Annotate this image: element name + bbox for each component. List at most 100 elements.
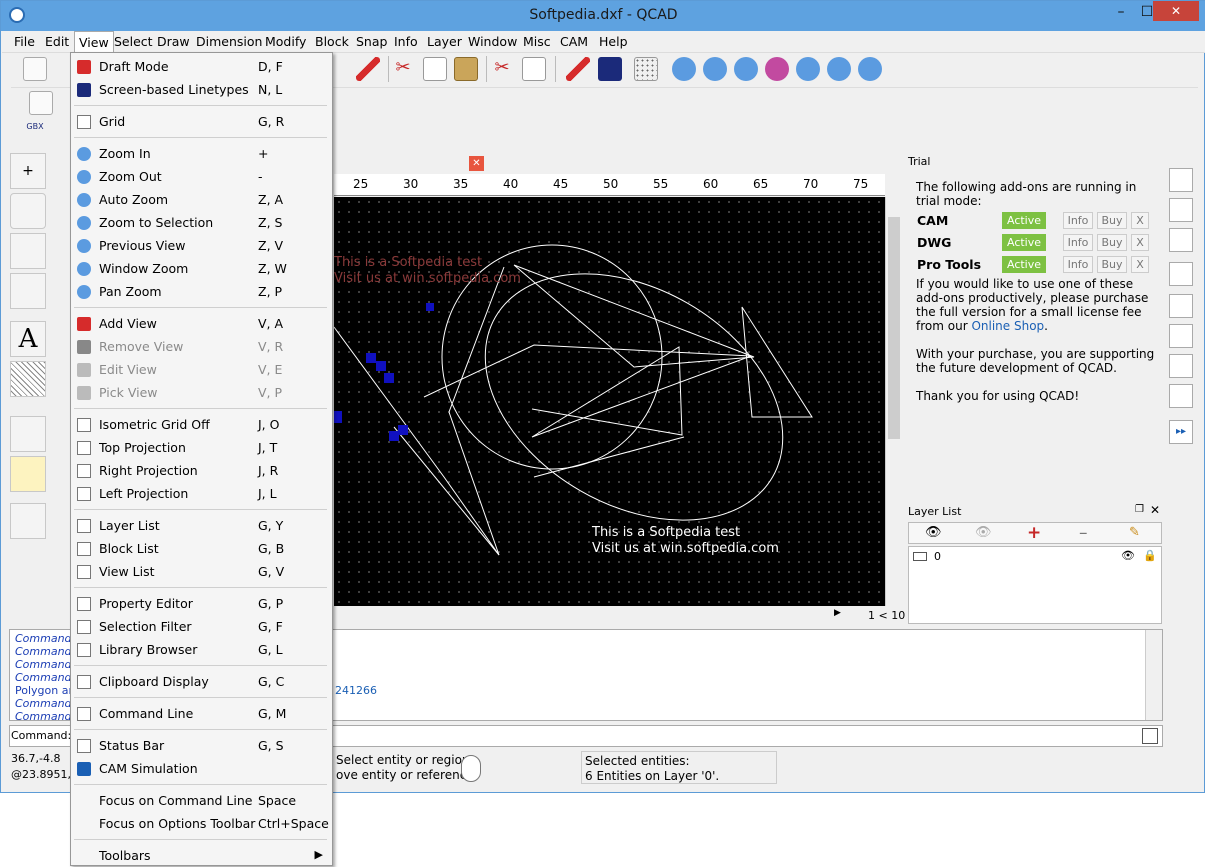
dismiss-button[interactable]: X: [1131, 256, 1149, 273]
info-button[interactable]: Info: [1063, 234, 1093, 251]
window-zoom-icon[interactable]: [827, 57, 851, 81]
menu-block[interactable]: Block: [315, 34, 349, 49]
add-layer-icon[interactable]: +: [1027, 523, 1041, 543]
block-list-icon[interactable]: [1169, 198, 1193, 222]
menu-item-view-list[interactable]: View List G, V: [72, 560, 331, 583]
zoom-out-icon[interactable]: [703, 57, 727, 81]
menu-item-edit-view[interactable]: Edit View V, E: [72, 358, 331, 381]
menu-edit[interactable]: Edit: [45, 34, 69, 49]
menu-item-isometric-grid-off[interactable]: Isometric Grid Off J, O: [72, 413, 331, 436]
polyline-tool[interactable]: [10, 273, 46, 309]
ellipse-tool[interactable]: [10, 233, 46, 269]
menu-item-block-list[interactable]: Block List G, B: [72, 537, 331, 560]
buy-button[interactable]: Buy: [1097, 234, 1127, 251]
panel-close-icon[interactable]: ✕: [1150, 503, 1160, 517]
menu-select[interactable]: Select: [114, 34, 153, 49]
view-list-icon[interactable]: [1169, 228, 1193, 252]
scroll-right-arrow[interactable]: ▶: [834, 608, 841, 618]
panel-float-icon[interactable]: ❐: [1135, 504, 1144, 515]
show-all-layers-icon[interactable]: 👁: [925, 525, 942, 540]
menu-help[interactable]: Help: [599, 34, 628, 49]
drawing-canvas[interactable]: This is a Softpedia test Visit us at win…: [334, 197, 885, 606]
block-3d-icon[interactable]: [10, 503, 46, 539]
scrollbar-thumb[interactable]: [888, 217, 900, 439]
menu-modify[interactable]: Modify: [265, 34, 306, 49]
select-pointer-icon[interactable]: [29, 91, 53, 115]
zoom-selection-icon[interactable]: [765, 57, 789, 81]
pan-zoom-icon[interactable]: [858, 57, 882, 81]
cam-simulation-icon[interactable]: ▸▸: [1169, 420, 1193, 444]
menu-item-library-browser[interactable]: Library Browser G, L: [72, 638, 331, 661]
menu-item-draft-mode[interactable]: Draft Mode D, F: [72, 55, 331, 78]
canvas-vertical-scrollbar[interactable]: [885, 197, 901, 606]
menu-dimension[interactable]: Dimension: [196, 34, 262, 49]
dismiss-button[interactable]: X: [1131, 212, 1149, 229]
property-editor-icon[interactable]: [1169, 168, 1193, 192]
menu-item-left-projection[interactable]: Left Projection J, L: [72, 482, 331, 505]
menu-file[interactable]: File: [14, 34, 35, 49]
hatch-tool[interactable]: [10, 361, 46, 397]
info-button[interactable]: Info: [1063, 256, 1093, 273]
menu-item-pick-view[interactable]: Pick View V, P: [72, 381, 331, 404]
menu-item-focus-on-options-toolbar[interactable]: Focus on Options Toolbar Ctrl+Space: [72, 812, 331, 835]
menu-window[interactable]: Window: [468, 34, 517, 49]
zoom-in-icon[interactable]: [672, 57, 696, 81]
menu-item-pan-zoom[interactable]: Pan Zoom Z, P: [72, 280, 331, 303]
previous-view-icon[interactable]: [796, 57, 820, 81]
menu-item-remove-view[interactable]: Remove View V, R: [72, 335, 331, 358]
menu-item-clipboard-display[interactable]: Clipboard Display G, C: [72, 670, 331, 693]
menu-item-zoom-to-selection[interactable]: Zoom to Selection Z, S: [72, 211, 331, 234]
menu-item-layer-list[interactable]: Layer List G, Y: [72, 514, 331, 537]
menu-item-toolbars[interactable]: Toolbars ▶: [72, 844, 331, 867]
history-scrollbar[interactable]: [1145, 630, 1162, 720]
grid-icon[interactable]: [634, 57, 658, 81]
layer-visible-icon[interactable]: 👁: [1121, 549, 1135, 562]
copy-reference-icon[interactable]: [522, 57, 546, 81]
menu-item-focus-on-command-line[interactable]: Focus on Command Line Space: [72, 789, 331, 812]
layer-list-icon[interactable]: [1169, 262, 1193, 286]
draft-pencil-icon[interactable]: [356, 57, 380, 81]
linetype-icon[interactable]: [598, 57, 622, 81]
copy-icon[interactable]: [423, 57, 447, 81]
command-line-toggle-icon[interactable]: [1142, 728, 1158, 744]
menu-layer[interactable]: Layer: [427, 34, 462, 49]
dimension-tool[interactable]: [10, 416, 46, 452]
menu-item-previous-view[interactable]: Previous View Z, V: [72, 234, 331, 257]
menu-item-command-line[interactable]: Command Line G, M: [72, 702, 331, 725]
buy-button[interactable]: Buy: [1097, 256, 1127, 273]
layer-row[interactable]: 0 👁 🔒: [909, 549, 1161, 565]
library-icon[interactable]: [1169, 324, 1193, 348]
menu-item-right-projection[interactable]: Right Projection J, R: [72, 459, 331, 482]
menu-item-zoom-in[interactable]: Zoom In +: [72, 142, 331, 165]
menu-cam[interactable]: CAM: [560, 34, 588, 49]
pointer-icon[interactable]: [23, 57, 47, 81]
menu-item-property-editor[interactable]: Property Editor G, P: [72, 592, 331, 615]
clipboard-icon[interactable]: [1169, 354, 1193, 378]
online-shop-link[interactable]: Online Shop: [971, 319, 1044, 333]
menu-item-add-view[interactable]: Add View V, A: [72, 312, 331, 335]
menu-item-auto-zoom[interactable]: Auto Zoom Z, A: [72, 188, 331, 211]
menu-item-top-projection[interactable]: Top Projection J, T: [72, 436, 331, 459]
drawing-tab-close-button[interactable]: ✕: [469, 156, 484, 171]
paste-icon[interactable]: [454, 57, 478, 81]
info-button[interactable]: Info: [1063, 212, 1093, 229]
menu-item-screen-based-linetypes[interactable]: Screen-based Linetypes N, L: [72, 78, 331, 101]
menu-item-window-zoom[interactable]: Window Zoom Z, W: [72, 257, 331, 280]
menu-item-zoom-out[interactable]: Zoom Out -: [72, 165, 331, 188]
menu-misc[interactable]: Misc: [523, 34, 551, 49]
close-button[interactable]: ✕: [1153, 1, 1199, 21]
hide-all-layers-icon[interactable]: 👁: [975, 525, 992, 540]
menu-snap[interactable]: Snap: [356, 34, 387, 49]
arc-tool[interactable]: [10, 193, 46, 229]
draft-mode-icon[interactable]: [566, 57, 590, 81]
menu-draw[interactable]: Draw: [157, 34, 190, 49]
cut-reference-icon[interactable]: ✂: [490, 57, 514, 81]
menu-item-status-bar[interactable]: Status Bar G, S: [72, 734, 331, 757]
buy-button[interactable]: Buy: [1097, 212, 1127, 229]
auto-zoom-icon[interactable]: [734, 57, 758, 81]
menu-view[interactable]: View: [74, 31, 114, 54]
text-tool[interactable]: A: [10, 321, 46, 357]
command-line-icon[interactable]: [1169, 384, 1193, 408]
canvas-horizontal-scrollbar[interactable]: ▶: [334, 606, 852, 624]
menu-item-grid[interactable]: Grid G, R: [72, 110, 331, 133]
